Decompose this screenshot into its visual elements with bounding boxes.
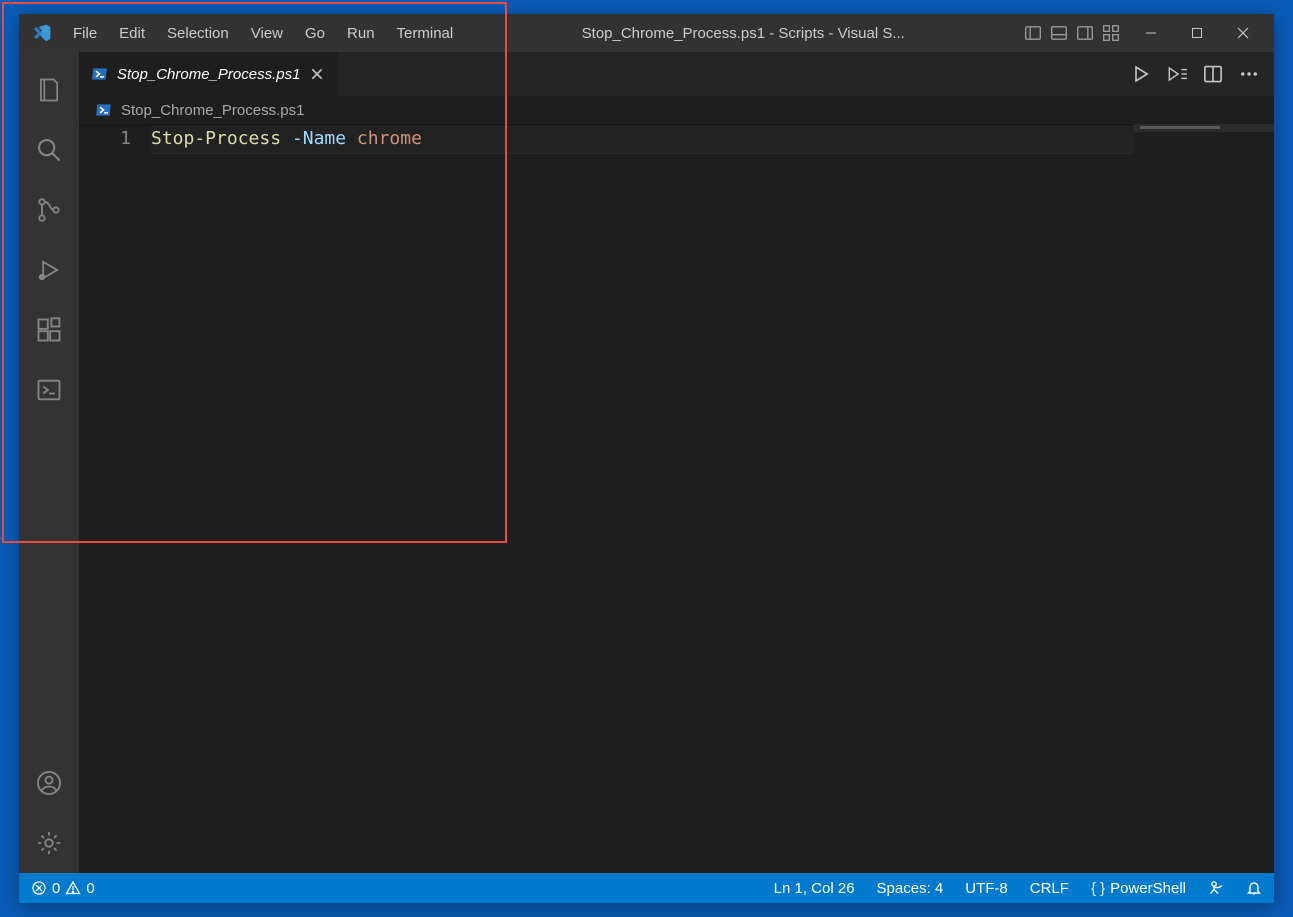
minimap-content (1140, 126, 1220, 129)
status-eol[interactable]: CRLF (1028, 880, 1071, 897)
tabs-row: Stop_Chrome_Process.ps1 (79, 52, 1274, 96)
window-close-button[interactable] (1220, 14, 1266, 52)
powershell-file-icon (91, 65, 109, 83)
status-notifications-icon[interactable] (1244, 880, 1264, 896)
titlebar[interactable]: File Edit Selection View Go Run Terminal… (19, 14, 1274, 52)
toggle-panel-icon[interactable] (1048, 22, 1070, 44)
window-title: Stop_Chrome_Process.ps1 - Scripts - Visu… (463, 25, 1022, 42)
run-debug-icon[interactable] (19, 240, 79, 300)
run-file-icon[interactable] (1126, 59, 1156, 89)
run-selection-icon[interactable] (1162, 59, 1192, 89)
status-cursor-position[interactable]: Ln 1, Col 26 (772, 880, 857, 897)
breadcrumb-file[interactable]: Stop_Chrome_Process.ps1 (121, 102, 304, 119)
explorer-icon[interactable] (19, 60, 79, 120)
menu-view[interactable]: View (241, 21, 293, 46)
menu-run[interactable]: Run (337, 21, 385, 46)
extensions-icon[interactable] (19, 300, 79, 360)
toggle-primary-sidebar-icon[interactable] (1022, 22, 1044, 44)
window-controls (1128, 14, 1266, 52)
status-language-label: PowerShell (1110, 880, 1186, 897)
tabs-filler (339, 52, 1126, 96)
powershell-file-icon (95, 101, 113, 119)
menu-bar: File Edit Selection View Go Run Terminal (63, 21, 463, 46)
code-area[interactable]: Stop-Process -Name chrome (151, 124, 1134, 873)
window-body: Stop_Chrome_Process.ps1 (19, 52, 1274, 873)
status-errors-count: 0 (52, 880, 60, 897)
desktop-background: File Edit Selection View Go Run Terminal… (0, 0, 1293, 917)
minimap[interactable] (1134, 124, 1274, 873)
accounts-icon[interactable] (19, 753, 79, 813)
source-control-icon[interactable] (19, 180, 79, 240)
code-editor[interactable]: 1 Stop-Process -Name chrome (79, 124, 1274, 873)
status-encoding[interactable]: UTF-8 (963, 880, 1010, 897)
powershell-extension-icon[interactable] (19, 360, 79, 420)
split-editor-icon[interactable] (1198, 59, 1228, 89)
editor-actions (1126, 52, 1274, 96)
status-problems[interactable]: 0 0 (29, 880, 97, 897)
status-language-mode[interactable]: { } PowerShell (1089, 880, 1188, 897)
editor-group: Stop_Chrome_Process.ps1 (79, 52, 1274, 873)
title-layout-icons (1022, 22, 1122, 44)
status-indentation[interactable]: Spaces: 4 (875, 880, 946, 897)
more-actions-icon[interactable] (1234, 59, 1264, 89)
line-number-gutter: 1 (79, 124, 151, 873)
toggle-secondary-sidebar-icon[interactable] (1074, 22, 1096, 44)
menu-edit[interactable]: Edit (109, 21, 155, 46)
window-minimize-button[interactable] (1128, 14, 1174, 52)
menu-go[interactable]: Go (295, 21, 335, 46)
breadcrumb[interactable]: Stop_Chrome_Process.ps1 (79, 96, 1274, 124)
customize-layout-icon[interactable] (1100, 22, 1122, 44)
statusbar: 0 0 Ln 1, Col 26 Spaces: 4 UTF-8 CRLF { … (19, 873, 1274, 903)
activity-bar (19, 52, 79, 873)
tab-close-icon[interactable] (308, 65, 326, 83)
tab-label: Stop_Chrome_Process.ps1 (117, 66, 300, 83)
braces-icon: { } (1091, 880, 1105, 897)
window-maximize-button[interactable] (1174, 14, 1220, 52)
current-line-highlight (151, 126, 1134, 154)
vscode-logo-icon (31, 22, 53, 44)
vscode-window: File Edit Selection View Go Run Terminal… (19, 14, 1274, 903)
status-warnings-count: 0 (86, 880, 94, 897)
menu-selection[interactable]: Selection (157, 21, 239, 46)
settings-gear-icon[interactable] (19, 813, 79, 873)
tab-stop-chrome-process[interactable]: Stop_Chrome_Process.ps1 (79, 52, 339, 96)
status-feedback-icon[interactable] (1206, 880, 1226, 896)
menu-terminal[interactable]: Terminal (387, 21, 464, 46)
menu-file[interactable]: File (63, 21, 107, 46)
line-number: 1 (79, 126, 131, 152)
search-icon[interactable] (19, 120, 79, 180)
